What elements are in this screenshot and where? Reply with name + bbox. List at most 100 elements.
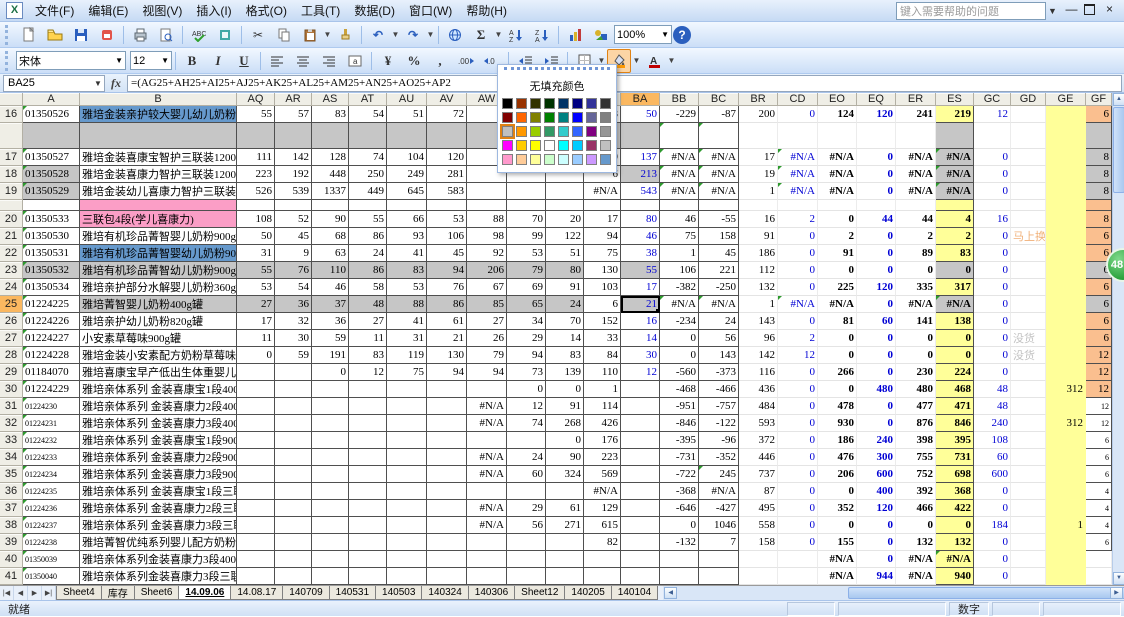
cell-GC18[interactable]: 0 [974, 166, 1011, 183]
cell-A34[interactable]: 01224233 [23, 449, 80, 466]
cell-BA20[interactable]: 80 [621, 211, 660, 228]
merge-center-icon[interactable]: a [343, 49, 367, 73]
menu-item-6[interactable]: 数据(D) [347, 0, 402, 21]
sheet-tab-Sheet6[interactable]: Sheet6 [134, 586, 180, 600]
cell-ER29[interactable]: 230 [896, 364, 936, 381]
cell-GD30[interactable] [1011, 381, 1046, 398]
cell-BC25[interactable]: #N/A [699, 296, 739, 313]
cell-ER22[interactable]: 89 [896, 245, 936, 262]
cell-EO27[interactable]: 0 [818, 330, 857, 347]
cell-ER21[interactable]: 2 [896, 228, 936, 245]
cell-AX21[interactable]: 99 [507, 228, 546, 245]
cell-EO17[interactable]: #N/A [818, 149, 857, 166]
cell-AX26[interactable]: 34 [507, 313, 546, 330]
cell-AQs[interactable] [237, 123, 275, 149]
cell-BR28[interactable]: 142 [739, 347, 778, 364]
cell-BA18[interactable]: 213 [621, 166, 660, 183]
cell-BR21[interactable]: 91 [739, 228, 778, 245]
cell-BR19[interactable]: 1 [739, 183, 778, 200]
fill-color-dropdown-icon[interactable]: ▼ [632, 50, 641, 72]
cell-BC27[interactable]: 56 [699, 330, 739, 347]
cell-B36[interactable]: 雅培亲体系列 金装喜康宝1段三联装12 [80, 483, 237, 500]
bold-button[interactable]: B [180, 49, 204, 73]
cell-AU40[interactable] [387, 551, 427, 568]
cell-AR34[interactable] [275, 449, 312, 466]
cell-CD28[interactable]: 12 [778, 347, 818, 364]
cell-AY34[interactable]: 90 [546, 449, 584, 466]
cell-EO33[interactable]: 186 [818, 432, 857, 449]
cell-BR35[interactable]: 737 [739, 466, 778, 483]
cell-Bs[interactable] [80, 123, 237, 149]
scroll-down-icon[interactable]: ▼ [1113, 572, 1124, 585]
color-swatch-333333[interactable] [600, 98, 611, 109]
cell-BB37[interactable]: -646 [660, 500, 699, 517]
cell-AY23[interactable]: 80 [546, 262, 584, 279]
cell-AV35[interactable] [427, 466, 467, 483]
cell-AS25[interactable]: 37 [312, 296, 349, 313]
drawing-icon[interactable] [589, 23, 613, 47]
cell-AR17[interactable]: 142 [275, 149, 312, 166]
chart-wizard-icon[interactable] [563, 23, 587, 47]
currency-style-button[interactable]: ¥ [376, 49, 400, 73]
cell-AY41[interactable] [546, 568, 584, 585]
cell-EO41[interactable]: #N/A [818, 568, 857, 585]
formula-input[interactable]: =(AG25+AH25+AI25+AJ25+AK25+AL25+AM25+AN2… [127, 75, 1122, 92]
cell-GE29[interactable] [1046, 364, 1086, 381]
cell-B28[interactable]: 雅培金装小安素配方奶粉草莓味400 [80, 347, 237, 364]
cell-EO40[interactable]: #N/A [818, 551, 857, 568]
cell-GF24[interactable]: 6 [1086, 279, 1112, 296]
cell-GE16[interactable] [1046, 106, 1086, 123]
cell-ER16[interactable]: 241 [896, 106, 936, 123]
cell-AT21[interactable]: 86 [349, 228, 387, 245]
cell-AW25[interactable]: 85 [467, 296, 507, 313]
row-header-40[interactable]: 40 [0, 551, 23, 568]
cell-GD29[interactable] [1011, 364, 1046, 381]
cell-GD37[interactable] [1011, 500, 1046, 517]
cell-GF32[interactable]: 12 [1086, 415, 1112, 432]
color-swatch-C0C0C0[interactable] [600, 140, 611, 151]
cell-EO16[interactable]: 124 [818, 106, 857, 123]
cell-AY27[interactable]: 14 [546, 330, 584, 347]
cell-BC30[interactable]: -466 [699, 381, 739, 398]
cell-A38[interactable]: 01224237 [23, 517, 80, 534]
cell-BA35[interactable] [621, 466, 660, 483]
cell-GD24[interactable] [1011, 279, 1046, 296]
column-header-AR[interactable]: AR [275, 93, 312, 106]
cell-A25[interactable]: 01224225 [23, 296, 80, 313]
cell-GE36[interactable] [1046, 483, 1086, 500]
sheet-tab-14.08.17[interactable]: 14.08.17 [230, 586, 283, 600]
cell-AQ36[interactable] [237, 483, 275, 500]
cell-AS29[interactable]: 0 [312, 364, 349, 381]
cell-EO35[interactable]: 206 [818, 466, 857, 483]
cell-EO32[interactable]: 930 [818, 415, 857, 432]
cell-AS38[interactable] [312, 517, 349, 534]
cell-AU35[interactable] [387, 466, 427, 483]
cell-BC26[interactable]: 24 [699, 313, 739, 330]
cell-ES20[interactable]: 4 [936, 211, 974, 228]
menu-item-2[interactable]: 视图(V) [135, 0, 189, 21]
color-swatch-C0C0C0[interactable] [502, 126, 513, 137]
cell-A29[interactable]: 01184070 [23, 364, 80, 381]
cell-A28[interactable]: 01224228 [23, 347, 80, 364]
cell-GF30[interactable]: 12 [1086, 381, 1112, 398]
cell-A27[interactable]: 01224227 [23, 330, 80, 347]
cell-BC17[interactable]: #N/A [699, 149, 739, 166]
cell-AZ33[interactable]: 176 [584, 432, 621, 449]
cell-AS39[interactable] [312, 534, 349, 551]
cell-GD35[interactable] [1011, 466, 1046, 483]
cell-B35[interactable]: 雅培亲体系列 金装喜康力3段900g [80, 466, 237, 483]
cell-AR33[interactable] [275, 432, 312, 449]
cell-AS24[interactable]: 46 [312, 279, 349, 296]
cell-AV16[interactable]: 72 [427, 106, 467, 123]
increase-decimal-icon[interactable]: .00 [454, 49, 478, 73]
cell-EO21[interactable]: 2 [818, 228, 857, 245]
cell-AS21[interactable]: 68 [312, 228, 349, 245]
restore-button[interactable] [1084, 4, 1097, 17]
cell-GD25[interactable] [1011, 296, 1046, 313]
cell-AU18[interactable]: 249 [387, 166, 427, 183]
prev-sheet-icon[interactable]: ◀ [14, 586, 28, 600]
minimize-button[interactable]: — [1065, 4, 1078, 17]
cell-AV28[interactable]: 130 [427, 347, 467, 364]
cell-AU28[interactable]: 119 [387, 347, 427, 364]
cell-CD34[interactable]: 0 [778, 449, 818, 466]
